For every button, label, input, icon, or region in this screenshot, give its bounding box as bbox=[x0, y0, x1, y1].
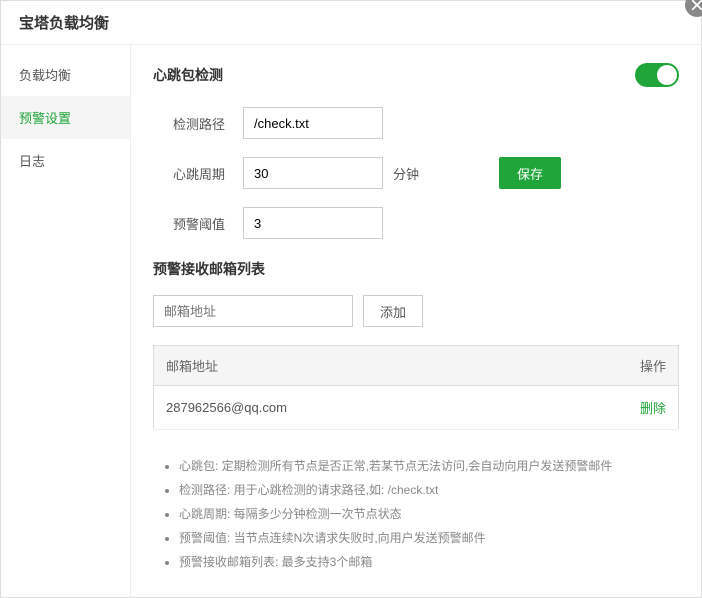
col-action: 操作 bbox=[543, 346, 678, 386]
sidebar-item-label: 日志 bbox=[19, 154, 45, 169]
path-label: 检测路径 bbox=[173, 114, 243, 133]
cycle-suffix: 分钟 bbox=[393, 164, 419, 183]
help-list: 心跳包: 定期检测所有节点是否正常,若某节点无法访问,会自动向用户发送预警邮件 … bbox=[153, 454, 679, 574]
help-item: 预警阈值: 当节点连续N次请求失败时,向用户发送预警邮件 bbox=[179, 526, 679, 550]
email-table: 邮箱地址 操作 287962566@qq.com 删除 bbox=[153, 345, 679, 430]
sidebar-item-label: 负载均衡 bbox=[19, 68, 71, 83]
cycle-label: 心跳周期 bbox=[173, 164, 243, 183]
title-bar: 宝塔负载均衡 bbox=[1, 1, 701, 45]
email-section-title: 预警接收邮箱列表 bbox=[153, 259, 679, 279]
delete-link[interactable]: 删除 bbox=[640, 401, 666, 416]
cell-email: 287962566@qq.com bbox=[154, 386, 544, 430]
sidebar-item-load-balance[interactable]: 负载均衡 bbox=[1, 53, 130, 96]
threshold-input[interactable] bbox=[243, 207, 383, 239]
path-input[interactable] bbox=[243, 107, 383, 139]
col-email: 邮箱地址 bbox=[154, 346, 544, 386]
email-input[interactable] bbox=[153, 295, 353, 327]
form-row-cycle: 心跳周期 分钟 保存 bbox=[153, 157, 679, 189]
sidebar-item-label: 预警设置 bbox=[19, 111, 71, 126]
help-item: 心跳包: 定期检测所有节点是否正常,若某节点无法访问,会自动向用户发送预警邮件 bbox=[179, 454, 679, 478]
heartbeat-toggle[interactable] bbox=[635, 63, 679, 87]
help-item: 检测路径: 用于心跳检测的请求路径,如: /check.txt bbox=[179, 478, 679, 502]
dialog-body: 负载均衡 预警设置 日志 心跳包检测 检测路径 心跳周期 分钟 保存 预警阈值 bbox=[1, 45, 701, 597]
save-button[interactable]: 保存 bbox=[499, 157, 561, 189]
help-item: 心跳周期: 每隔多少分钟检测一次节点状态 bbox=[179, 502, 679, 526]
sidebar-item-alert-settings[interactable]: 预警设置 bbox=[1, 96, 130, 139]
dialog-title: 宝塔负载均衡 bbox=[19, 12, 109, 33]
heartbeat-header: 心跳包检测 bbox=[153, 63, 679, 87]
form-row-path: 检测路径 bbox=[153, 107, 679, 139]
content-panel: 心跳包检测 检测路径 心跳周期 分钟 保存 预警阈值 预警接收邮箱列表 添加 bbox=[131, 45, 701, 597]
threshold-label: 预警阈值 bbox=[173, 214, 243, 233]
form-row-threshold: 预警阈值 bbox=[153, 207, 679, 239]
dialog: 宝塔负载均衡 负载均衡 预警设置 日志 心跳包检测 检测路径 心跳周期 分钟 保… bbox=[0, 0, 702, 598]
heartbeat-title: 心跳包检测 bbox=[153, 65, 223, 85]
email-add-row: 添加 bbox=[153, 295, 679, 327]
close-icon bbox=[691, 0, 702, 11]
add-button[interactable]: 添加 bbox=[363, 295, 423, 327]
table-row: 287962566@qq.com 删除 bbox=[154, 386, 679, 430]
sidebar-item-logs[interactable]: 日志 bbox=[1, 139, 130, 182]
cycle-input[interactable] bbox=[243, 157, 383, 189]
sidebar: 负载均衡 预警设置 日志 bbox=[1, 45, 131, 597]
help-item: 预警接收邮箱列表: 最多支持3个邮箱 bbox=[179, 550, 679, 574]
